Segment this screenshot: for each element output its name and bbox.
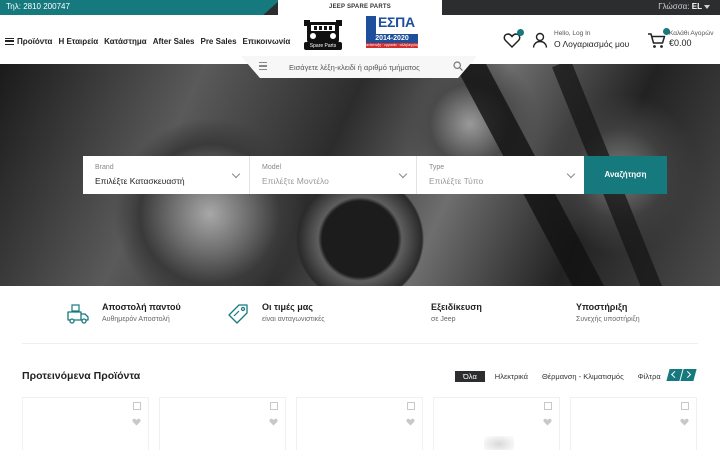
product-card[interactable] <box>433 397 560 450</box>
feature-subtitle: είναι ανταγωνιστικές <box>262 316 325 323</box>
model-label: Model <box>262 164 282 171</box>
nav-item-store[interactable]: Κατάστημα <box>104 37 147 46</box>
language-value: EL <box>691 2 702 11</box>
user-icon <box>532 32 548 48</box>
expand-icon[interactable] <box>544 402 552 410</box>
wishlist-badge <box>517 29 524 36</box>
brand-select[interactable]: Brand Επιλέξτε Κατασκευαστή <box>83 156 250 194</box>
chevron-down-icon <box>704 4 710 9</box>
cart-button[interactable] <box>647 28 670 50</box>
chevron-right-icon <box>684 370 692 379</box>
search-button[interactable]: Αναζήτηση <box>584 156 667 194</box>
product-card[interactable] <box>296 397 423 450</box>
expand-icon[interactable] <box>270 402 278 410</box>
feature-title: Υποστήριξη <box>576 302 628 312</box>
nav-item-products[interactable]: Προϊόντα <box>17 37 52 46</box>
cart-label: Καλάθι Αγορών <box>669 30 714 37</box>
phone-number[interactable]: Τηλ: 2810 200747 <box>6 2 70 11</box>
features-strip: Αποστολή παντού Αυθημερόν Αποστολή Οι τι… <box>0 286 720 344</box>
vehicle-filter: Brand Επιλέξτε Κατασκευαστή Model Επιλέξ… <box>83 156 667 194</box>
feature-subtitle: Συνεχής υποστήριξη <box>576 316 640 323</box>
model-value: Επιλέξτε Μοντέλο <box>262 176 329 186</box>
search-icon[interactable] <box>453 61 463 71</box>
account-label: Ο Λογαριασμός μου <box>554 39 630 49</box>
featured-tabs: Όλα Ηλεκτρικά Θέρμανση - Κλιματισμός Φίλ… <box>455 370 675 382</box>
carousel-controls <box>666 369 697 381</box>
chevron-left-icon <box>671 370 679 379</box>
feature-subtitle: Αυθημερόν Αποστολή <box>102 316 170 323</box>
espa-title: ΕΣΠΑ <box>378 14 415 30</box>
truck-icon <box>67 304 89 324</box>
nav-item-after-sales[interactable]: After Sales <box>153 37 195 46</box>
cart-summary[interactable]: Καλάθι Αγορών €0.00 <box>669 30 714 48</box>
cart-total: €0.00 <box>669 38 692 48</box>
search-input[interactable] <box>289 60 441 74</box>
tab-heating-ac[interactable]: Θέρμανση - Κλιματισμός <box>542 372 624 381</box>
heart-icon[interactable] <box>406 418 415 426</box>
espa-years: 2014-2020 <box>366 34 418 43</box>
carousel-next-button[interactable] <box>680 369 697 381</box>
product-image <box>484 436 514 450</box>
expand-icon[interactable] <box>133 402 141 410</box>
language-label: Γλώσσα: <box>658 2 690 11</box>
espa-logo[interactable]: ΕΣΠΑ 2014-2020 ανάπτυξη · εργασία · αλλη… <box>366 14 418 48</box>
nav-item-company[interactable]: Η Εταιρεία <box>58 37 98 46</box>
language-selector[interactable]: Γλώσσα: EL <box>658 2 710 11</box>
feature-title: Εξειδίκευση <box>431 302 482 312</box>
logo-plate: JEEP SPARE PARTS Spare Parts ΕΣΠΑ 2014-2… <box>278 0 442 62</box>
section-divider <box>22 343 698 344</box>
wishlist-button[interactable] <box>503 29 524 49</box>
expand-icon[interactable] <box>681 402 689 410</box>
brand-label: Brand <box>95 164 114 171</box>
type-value: Επιλέξτε Τύπο <box>429 176 484 186</box>
logo-text: Spare Parts <box>304 42 342 50</box>
list-icon[interactable] <box>259 62 267 70</box>
brand-tagline: JEEP SPARE PARTS <box>329 4 391 10</box>
heart-icon[interactable] <box>680 418 689 426</box>
type-label: Type <box>429 164 445 171</box>
product-card[interactable] <box>22 397 149 450</box>
feature-title: Οι τιμές μας <box>262 302 313 312</box>
eu-flag-icon <box>366 16 376 34</box>
model-select[interactable]: Model Επιλέξτε Μοντέλο <box>250 156 417 194</box>
chevron-down-icon <box>398 169 408 179</box>
search-bar <box>241 56 477 78</box>
product-row <box>22 397 698 450</box>
heart-icon[interactable] <box>269 418 278 426</box>
feature-title: Αποστολή παντού <box>102 302 181 312</box>
login-prompt: Hello, Log In <box>554 30 591 37</box>
brand-value: Επιλέξτε Κατασκευαστή <box>95 176 185 186</box>
type-select[interactable]: Type Επιλέξτε Τύπο <box>417 156 584 194</box>
product-card[interactable] <box>570 397 697 450</box>
feature-subtitle: σε Jeep <box>431 316 456 323</box>
heart-icon[interactable] <box>543 418 552 426</box>
nav-item-pre-sales[interactable]: Pre Sales <box>200 37 236 46</box>
price-tag-icon <box>228 304 248 324</box>
main-nav: Προϊόντα Η Εταιρεία Κατάστημα After Sale… <box>5 35 296 47</box>
nav-item-contact[interactable]: Επικοινωνία <box>243 37 291 46</box>
tab-electrical[interactable]: Ηλεκτρικά <box>495 372 528 381</box>
chevron-down-icon <box>566 169 576 179</box>
expand-icon[interactable] <box>407 402 415 410</box>
menu-icon[interactable] <box>5 37 14 45</box>
tab-all[interactable]: Όλα <box>455 370 485 382</box>
featured-title: Προτεινόμενα Προϊόντα <box>22 370 141 382</box>
heart-icon[interactable] <box>132 418 141 426</box>
chevron-down-icon <box>231 169 241 179</box>
espa-subtitle: ανάπτυξη · εργασία · αλληλεγγύη <box>366 43 418 48</box>
phone-strip: Τηλ: 2810 200747 <box>0 0 280 15</box>
product-card[interactable] <box>159 397 286 450</box>
tab-filters[interactable]: Φίλτρα <box>638 372 661 381</box>
